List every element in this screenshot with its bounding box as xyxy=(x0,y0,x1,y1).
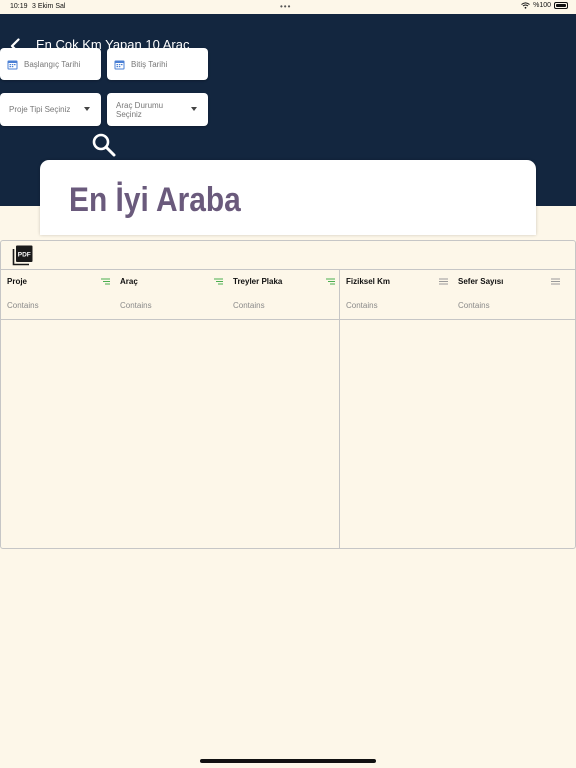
column-label: Treyler Plaka xyxy=(233,277,283,286)
multitasking-dots-icon[interactable]: ••• xyxy=(280,2,291,11)
pdf-icon: PDF xyxy=(12,245,33,266)
column-filter-input[interactable]: Contains xyxy=(120,301,152,310)
card-title: En İyi Araba xyxy=(69,181,241,219)
column-treyler-plaka[interactable]: Treyler Plaka Contains xyxy=(227,270,339,320)
column-filter-input[interactable]: Contains xyxy=(7,301,39,310)
project-type-label: Proje Tipi Seçiniz xyxy=(9,105,71,114)
search-icon xyxy=(92,133,116,157)
data-grid: PDF Proje Contains Araç Contains Treyler… xyxy=(0,240,576,549)
dropdown-arrow-icon xyxy=(84,107,90,111)
battery-icon xyxy=(554,2,568,9)
filter-active-icon[interactable] xyxy=(326,278,335,285)
status-bar: 10:19 3 Ekim Sal ••• %100 xyxy=(0,0,576,14)
status-time: 10:19 xyxy=(10,3,28,10)
status-date: 3 Ekim Sal xyxy=(32,3,66,10)
grid-header-row: Proje Contains Araç Contains Treyler Pla… xyxy=(1,270,575,320)
column-label: Proje xyxy=(7,277,28,286)
vehicle-status-label: Araç Durumu Seçiniz xyxy=(116,100,164,119)
filter-active-icon[interactable] xyxy=(101,278,110,285)
battery-percent: %100 xyxy=(533,2,551,9)
menu-icon[interactable] xyxy=(439,278,448,285)
column-proje[interactable]: Proje Contains xyxy=(1,270,114,320)
column-arac[interactable]: Araç Contains xyxy=(114,270,227,320)
pinned-column-divider xyxy=(339,270,340,549)
column-label: Sefer Sayısı xyxy=(458,277,504,286)
project-type-select[interactable]: Proje Tipi Seçiniz xyxy=(0,93,101,126)
column-label: Araç xyxy=(120,277,138,286)
column-filter-input[interactable]: Contains xyxy=(458,301,490,310)
column-fiziksel-km[interactable]: Fiziksel Km Contains xyxy=(340,270,452,320)
wifi-icon xyxy=(521,2,530,9)
vehicle-status-select[interactable]: Araç Durumu Seçiniz xyxy=(107,93,208,126)
grid-toolbar: PDF xyxy=(1,241,575,270)
search-button[interactable] xyxy=(91,132,117,158)
home-indicator[interactable] xyxy=(200,759,376,763)
calendar-icon xyxy=(7,60,18,69)
end-date-field[interactable]: Bitiş Tarihi xyxy=(107,48,208,80)
pdf-export-button[interactable]: PDF xyxy=(12,245,33,266)
column-label: Fiziksel Km xyxy=(346,277,391,286)
column-sefer-sayisi[interactable]: Sefer Sayısı Contains xyxy=(452,270,564,320)
menu-icon[interactable] xyxy=(551,278,560,285)
calendar-icon xyxy=(114,60,125,69)
column-filter-input[interactable]: Contains xyxy=(233,301,265,310)
end-date-placeholder: Bitiş Tarihi xyxy=(131,59,168,69)
dropdown-arrow-icon xyxy=(191,107,197,111)
start-date-field[interactable]: Başlangıç Tarihi xyxy=(0,48,101,80)
start-date-placeholder: Başlangıç Tarihi xyxy=(24,59,81,69)
best-car-card: En İyi Araba xyxy=(40,160,536,235)
column-filter-input[interactable]: Contains xyxy=(346,301,378,310)
pdf-label: PDF xyxy=(18,251,31,258)
filter-active-icon[interactable] xyxy=(214,278,223,285)
